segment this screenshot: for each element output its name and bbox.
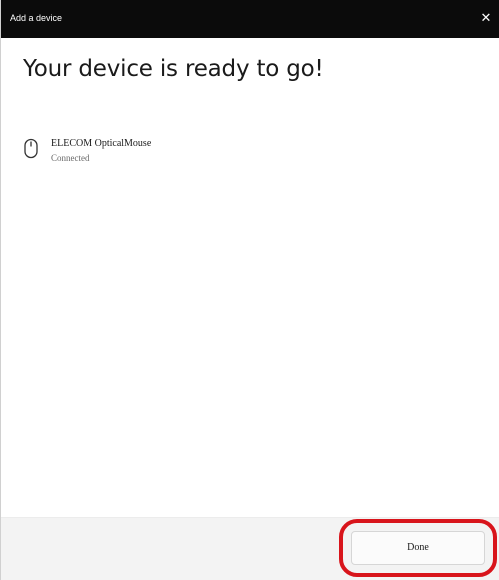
device-list-item: ELECOM OpticalMouse Connected (11, 128, 491, 172)
mouse-icon (23, 138, 39, 160)
highlight-annotation (339, 519, 497, 577)
page-title: Your device is ready to go! (23, 56, 324, 82)
title-bar: Add a device ✕ (1, 0, 499, 38)
device-status: Connected (51, 153, 90, 163)
close-icon[interactable]: ✕ (478, 9, 494, 27)
add-device-window: Add a device ✕ Your device is ready to g… (0, 0, 499, 580)
device-name: ELECOM OpticalMouse (51, 138, 152, 149)
window-title: Add a device (10, 13, 63, 23)
